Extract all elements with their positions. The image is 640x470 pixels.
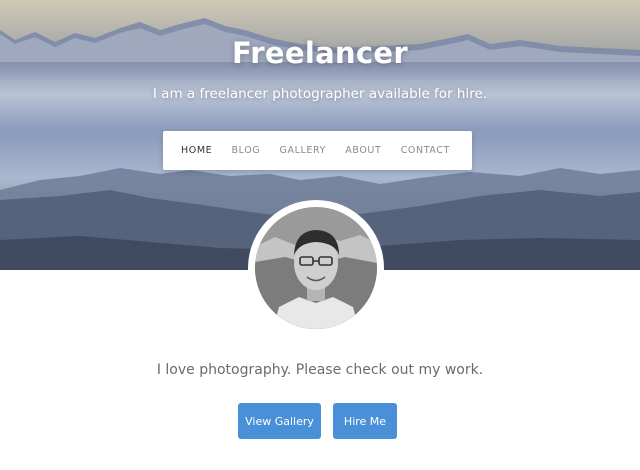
profile-avatar [248,200,384,336]
hire-me-button[interactable]: Hire Me [333,403,397,439]
view-gallery-button[interactable]: View Gallery [238,403,321,439]
intro-text: I love photography. Please check out my … [156,362,484,378]
site-tagline: I am a freelancer photographer available… [152,86,488,102]
nav-item-about[interactable]: ABOUT [345,145,381,156]
nav-item-home[interactable]: HOME [181,145,212,156]
main-nav: HOME BLOG GALLERY ABOUT CONTACT [163,131,472,170]
nav-item-contact[interactable]: CONTACT [401,145,450,156]
profile-photo [255,207,377,329]
site-title: Freelancer [232,36,408,70]
nav-item-gallery[interactable]: GALLERY [280,145,326,156]
nav-item-blog[interactable]: BLOG [232,145,261,156]
